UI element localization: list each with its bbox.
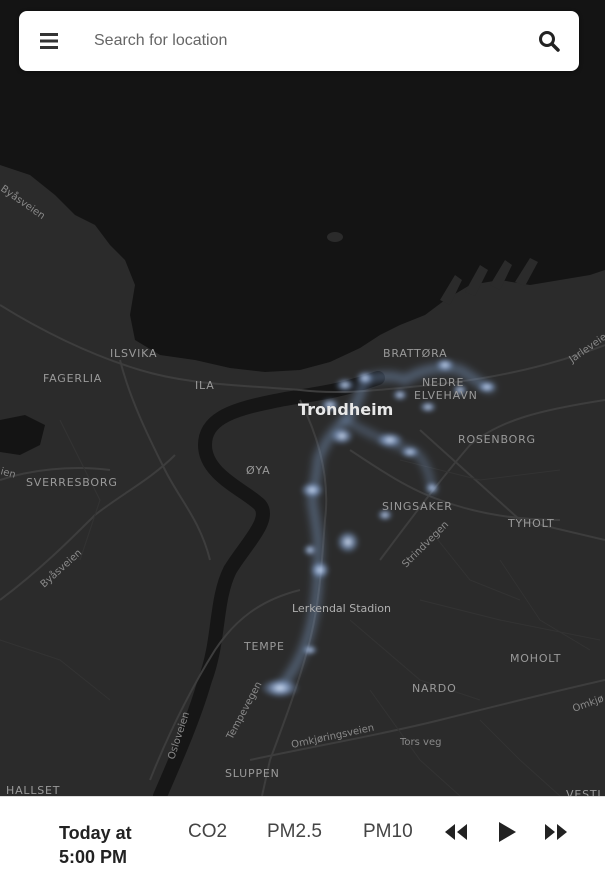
time-label-line1: Today at [59,823,132,843]
district-label-tempe: TEMPE [243,640,285,653]
search-bar [19,11,579,71]
pollutant-option-co2[interactable]: CO2 [188,821,227,843]
fast-forward-button[interactable] [543,821,571,843]
road-label-tors-veg: Tors veg [399,737,441,748]
district-label-brattora: BRATTØRA [383,347,447,360]
district-label-sluppen: SLUPPEN [225,767,280,780]
play-button[interactable] [496,821,524,843]
rewind-icon [445,824,467,840]
district-label-vestli: VESTLI [566,788,605,796]
district-label-moholt: MOHOLT [510,652,561,665]
search-icon [539,31,560,52]
play-icon [499,822,516,842]
district-label-sverresborg: SVERRESBORG [26,476,118,489]
district-label-fagerlia: FAGERLIA [43,372,102,385]
district-label-nardo: NARDO [412,682,457,695]
district-label-tyholt: TYHOLT [507,517,555,530]
island [327,232,343,242]
menu-button[interactable] [19,11,79,71]
district-label-ilsvika: ILSVIKA [110,347,157,360]
search-input[interactable] [79,21,519,61]
pollutant-option-pm10[interactable]: PM10 [363,821,413,843]
fast-forward-icon [545,824,567,840]
district-label-singsaker: SINGSAKER [382,500,453,513]
district-label-oya: ØYA [246,464,270,477]
district-label-elvehavn: ELVEHAVN [414,389,478,402]
pollutant-option-pm25[interactable]: PM2.5 [267,821,322,843]
district-label-hallset: HALLSET [6,784,60,796]
city-label: Trondheim [298,400,393,419]
rewind-button[interactable] [443,821,471,843]
search-button[interactable] [519,11,579,71]
district-label-nedre: NEDRE [422,376,464,389]
district-label-ila: ILA [195,379,215,392]
time-label-line2: 5:00 PM [59,847,128,867]
poi-label-lerkendal: Lerkendal Stadion [292,602,391,615]
menu-icon [40,33,58,49]
time-label: Today at 5:00 PM [59,821,169,869]
time-control-bar: Today at 5:00 PM CO2 PM2.5 PM10 [0,796,605,869]
map[interactable]: Trondheim BRATTØRA NEDRE ELVEHAVN ILSVIK… [0,0,605,796]
district-label-rosenborg: ROSENBORG [458,433,536,446]
